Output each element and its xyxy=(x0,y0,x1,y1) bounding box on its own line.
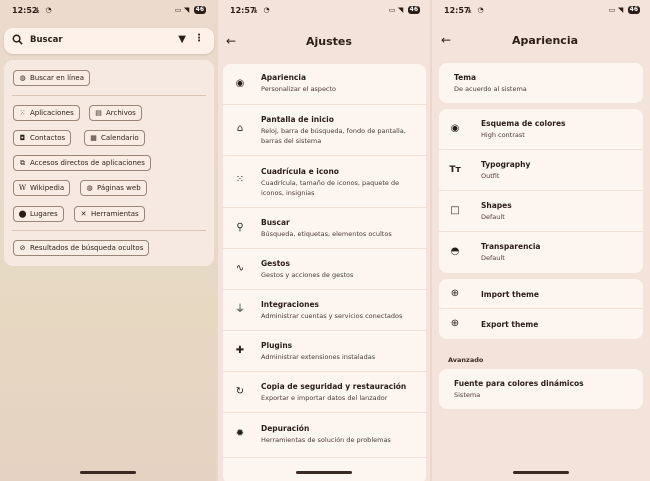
square-icon: □ xyxy=(450,205,460,216)
apps-grid-icon: ⁙ xyxy=(19,109,26,117)
gesture-nav-bar[interactable] xyxy=(296,471,352,474)
import-theme-button[interactable]: ⊕ Import theme xyxy=(439,279,643,309)
restore-icon: ↻ xyxy=(235,386,245,397)
settings-screen: 12:57 ⤓ ◔ ▭ ◥ 46 ← Ajustes ◉ Apariencia … xyxy=(218,0,430,481)
appearance-screen: 12:57 ⤓ ◔ ▭ ◥ 46 ← Apariencia Tema De ac… xyxy=(432,0,650,481)
status-bar: 12:52 ⤓ ◔ ▭ ◥ 46 xyxy=(0,6,216,18)
settings-item-plugins[interactable]: ✚ Plugins Administrar extensiones instal… xyxy=(223,331,426,372)
chip-calendar[interactable]: ▦ Calendario xyxy=(84,130,145,146)
gesture-nav-bar[interactable] xyxy=(513,471,569,474)
settings-item-appearance[interactable]: ◉ Apariencia Personalizar el aspecto xyxy=(223,64,426,105)
chip-hidden-results[interactable]: ⊘ Resultados de búsqueda ocultos xyxy=(13,240,150,256)
chip-wikipedia[interactable]: W Wikipedia xyxy=(13,180,71,196)
gesture-icon: ∿ xyxy=(235,263,245,274)
theme-import-export-card: ⊕ Import theme ⊕ Export theme xyxy=(439,279,643,339)
upload-circle-icon: ⊕ xyxy=(450,318,460,329)
advanced-card: Fuente para colores dinámicos Sistema xyxy=(439,369,643,409)
chip-contacts[interactable]: ◘ Contactos xyxy=(13,130,72,146)
settings-item-debugging[interactable]: ✹ Depuración Herramientas de solución de… xyxy=(223,413,426,458)
settings-item-search[interactable]: ⚲ Buscar Búsqueda, etiquetas, elementos … xyxy=(223,208,426,249)
puzzle-icon: ✚ xyxy=(235,345,245,356)
calendar-icon: ▦ xyxy=(90,134,97,142)
download-circle-icon: ⊕ xyxy=(450,288,460,299)
settings-item-gestures[interactable]: ∿ Gestos Gestos y acciones de gestos xyxy=(223,249,426,290)
contact-icon: ◘ xyxy=(19,134,26,142)
status-right-icons: ▭ ◥ 46 xyxy=(608,6,640,14)
battery-icon: 46 xyxy=(193,6,206,14)
chip-tools[interactable]: ✕ Herramientas xyxy=(74,206,145,222)
more-options-icon[interactable]: ⋮ xyxy=(194,34,204,44)
chip-apps[interactable]: ⁙ Aplicaciones xyxy=(13,105,80,121)
search-icon: ⚲ xyxy=(236,222,244,233)
plug-icon: ⏚ xyxy=(235,304,245,315)
opacity-icon: ◓ xyxy=(450,246,460,257)
chip-app-shortcuts[interactable]: ⧉ Accesos directos de aplicaciones xyxy=(13,155,151,171)
filter-icon[interactable]: ▼ xyxy=(178,35,186,45)
divider xyxy=(12,95,206,96)
home-icon: ⌂ xyxy=(236,123,244,134)
search-icon xyxy=(12,34,23,45)
section-header-advanced: Avanzado xyxy=(448,356,484,364)
color-scheme-setting[interactable]: ◉ Esquema de colores High contrast xyxy=(439,109,643,150)
dynamic-colors-source-setting[interactable]: Fuente para colores dinámicos Sistema xyxy=(439,369,643,409)
status-bar: 12:57 ⤓ ◔ ▭ ◥ 46 xyxy=(432,6,650,18)
file-icon: ▤ xyxy=(95,109,102,117)
settings-item-integrations[interactable]: ⏚ Integraciones Administrar cuentas y se… xyxy=(223,290,426,331)
typography-setting[interactable]: Tт Typography Outfit xyxy=(439,150,643,191)
status-time: 12:52 xyxy=(12,6,38,15)
appearance-options-card: ◉ Esquema de colores High contrast Tт Ty… xyxy=(439,109,643,273)
export-theme-button[interactable]: ⊕ Export theme xyxy=(439,309,643,339)
status-time: 12:57 xyxy=(230,6,256,15)
search-bar[interactable]: Buscar ▼ ⋮ xyxy=(4,28,214,54)
search-input[interactable]: Buscar xyxy=(30,35,63,45)
settings-item-grid-icons[interactable]: ⁙ Cuadrícula e icono Cuadrícula, tamaño … xyxy=(223,156,426,208)
divider xyxy=(12,230,206,231)
bug-icon: ✹ xyxy=(235,428,245,439)
wikipedia-icon: W xyxy=(18,184,27,192)
hidden-icon: ⊘ xyxy=(19,244,26,252)
gesture-nav-bar[interactable] xyxy=(80,471,136,474)
shapes-setting[interactable]: □ Shapes Default xyxy=(439,191,643,232)
palette-icon: ◉ xyxy=(450,123,460,134)
status-right-icons: ▭ ◥ 46 xyxy=(174,6,206,14)
status-bar: 12:57 ⤓ ◔ ▭ ◥ 46 xyxy=(218,6,430,18)
settings-list: ◉ Apariencia Personalizar el aspecto ⌂ P… xyxy=(223,64,426,481)
typography-icon: Tт xyxy=(449,165,461,175)
notification-icons: ⤓ ◔ xyxy=(468,6,486,14)
notification-icons: ⤓ ◔ xyxy=(254,6,272,14)
search-filters-sheet: ◍ Buscar en línea ⁙ Aplicaciones ▤ Archivos… xyxy=(4,60,214,266)
back-arrow-icon[interactable]: ← xyxy=(441,34,451,46)
battery-icon: 46 xyxy=(407,6,420,14)
chip-websites[interactable]: ◍ Páginas web xyxy=(80,180,147,196)
settings-item-backup[interactable]: ↻ Copia de seguridad y restauración Expo… xyxy=(223,372,426,413)
launcher-search-screen: 12:52 ⤓ ◔ ▭ ◥ 46 Buscar ▼ ⋮ ◍ Buscar en l… xyxy=(0,0,216,481)
palette-icon: ◉ xyxy=(235,78,245,89)
status-time: 12:57 xyxy=(444,6,470,15)
location-pin-icon: ⬤ xyxy=(18,210,27,218)
shortcut-icon: ⧉ xyxy=(20,159,25,167)
chip-places[interactable]: ⬤ Lugares xyxy=(13,206,64,222)
chip-search-online[interactable]: ◍ Buscar en línea xyxy=(13,70,91,86)
page-title: Apariencia xyxy=(512,34,579,47)
theme-setting[interactable]: Tema De acuerdo al sistema xyxy=(439,63,643,103)
battery-icon: 46 xyxy=(627,6,640,14)
chip-files[interactable]: ▤ Archivos xyxy=(89,105,142,121)
settings-item-home-screen[interactable]: ⌂ Pantalla de inicio Reloj, barra de bús… xyxy=(223,105,426,156)
status-right-icons: ▭ ◥ 46 xyxy=(388,6,420,14)
tools-icon: ✕ xyxy=(80,210,87,218)
transparency-setting[interactable]: ◓ Transparencia Default xyxy=(439,232,643,273)
notification-icons: ⤓ ◔ xyxy=(36,6,54,14)
back-arrow-icon[interactable]: ← xyxy=(226,35,236,47)
page-title: Ajustes xyxy=(306,35,352,48)
grid-icon: ⁙ xyxy=(235,174,245,185)
theme-card: Tema De acuerdo al sistema xyxy=(439,63,643,103)
globe-icon: ◍ xyxy=(19,74,26,82)
web-icon: ◍ xyxy=(86,184,93,192)
